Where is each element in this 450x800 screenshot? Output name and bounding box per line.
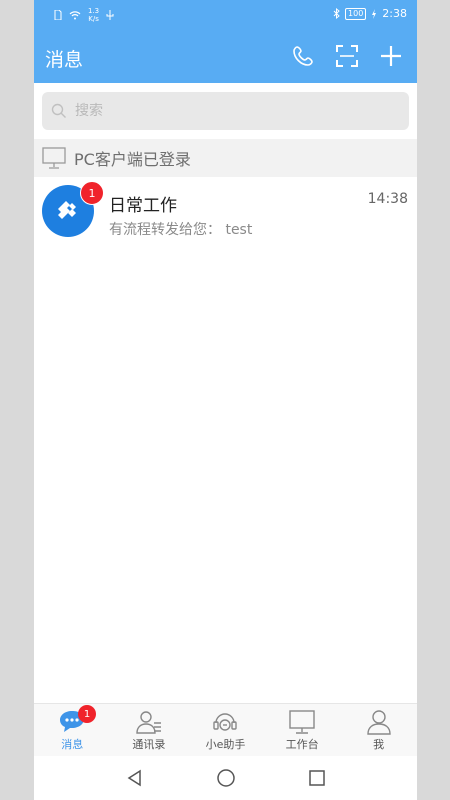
tab-label: 我 [373, 738, 385, 751]
workflow-icon [58, 201, 76, 219]
sim-icon [54, 10, 62, 20]
search-container [34, 83, 417, 139]
search-icon [51, 103, 66, 118]
conversation-preview: 有流程转发给您： test [109, 222, 253, 238]
network-speed-value: 1.3 [88, 7, 100, 15]
add-button[interactable] [377, 42, 405, 70]
tab-assistant[interactable]: 小e助手 [187, 704, 264, 756]
scan-icon [336, 45, 358, 67]
tab-contacts[interactable]: 通讯录 [111, 704, 188, 756]
app-header: 消息 [34, 31, 417, 83]
tab-label: 消息 [61, 738, 84, 751]
scan-button[interactable] [333, 42, 361, 70]
phone-icon [293, 46, 313, 66]
usb-icon [106, 9, 114, 20]
tab-label: 小e助手 [205, 738, 246, 751]
network-speed-unit: K/s [88, 15, 99, 23]
unread-badge: 1 [80, 181, 104, 205]
clock: 2:38 [382, 7, 407, 20]
recents-icon[interactable] [307, 768, 327, 788]
app-screen: 1.3 K/s 100 2:38 消息 搜索 PC客户端已登录 1 日常工作 有… [34, 0, 417, 800]
conversation-name: 日常工作 [109, 196, 177, 216]
conversation-item[interactable]: 1 日常工作 有流程转发给您： test 14:38 [34, 177, 417, 247]
profile-icon [366, 710, 391, 735]
assistant-icon [213, 713, 238, 731]
tab-messages[interactable]: 1 消息 [34, 704, 111, 756]
home-icon[interactable] [216, 768, 236, 788]
contacts-icon [136, 711, 161, 734]
tab-workbench[interactable]: 工作台 [264, 704, 341, 756]
pc-login-text: PC客户端已登录 [74, 150, 191, 169]
conversation-time: 14:38 [367, 191, 408, 207]
system-nav-bar [34, 756, 417, 800]
battery-level: 100 [345, 7, 367, 20]
wifi-icon [69, 11, 81, 20]
phone-button[interactable] [289, 42, 317, 70]
pc-login-banner[interactable]: PC客户端已登录 [34, 139, 417, 177]
bottom-tab-bar: 1 消息 通讯录 小e助手 工作台 我 [34, 703, 417, 756]
search-box[interactable] [42, 92, 409, 130]
status-right: 100 2:38 [333, 7, 407, 20]
tab-badge: 1 [78, 705, 96, 723]
bluetooth-icon [333, 8, 340, 19]
charging-icon [372, 8, 377, 19]
status-left: 1.3 K/s [54, 7, 114, 23]
back-icon[interactable] [125, 768, 145, 788]
tab-label: 工作台 [285, 738, 319, 751]
status-bar: 1.3 K/s 100 2:38 [34, 0, 417, 31]
tab-label: 通讯录 [132, 738, 166, 751]
header-actions [289, 42, 405, 70]
tab-profile[interactable]: 我 [340, 704, 417, 756]
add-icon [381, 46, 401, 66]
page-title: 消息 [45, 49, 84, 71]
workbench-icon [289, 710, 315, 734]
search-input[interactable] [73, 102, 377, 120]
monitor-icon [42, 147, 66, 169]
network-speed: 1.3 K/s [88, 7, 99, 23]
